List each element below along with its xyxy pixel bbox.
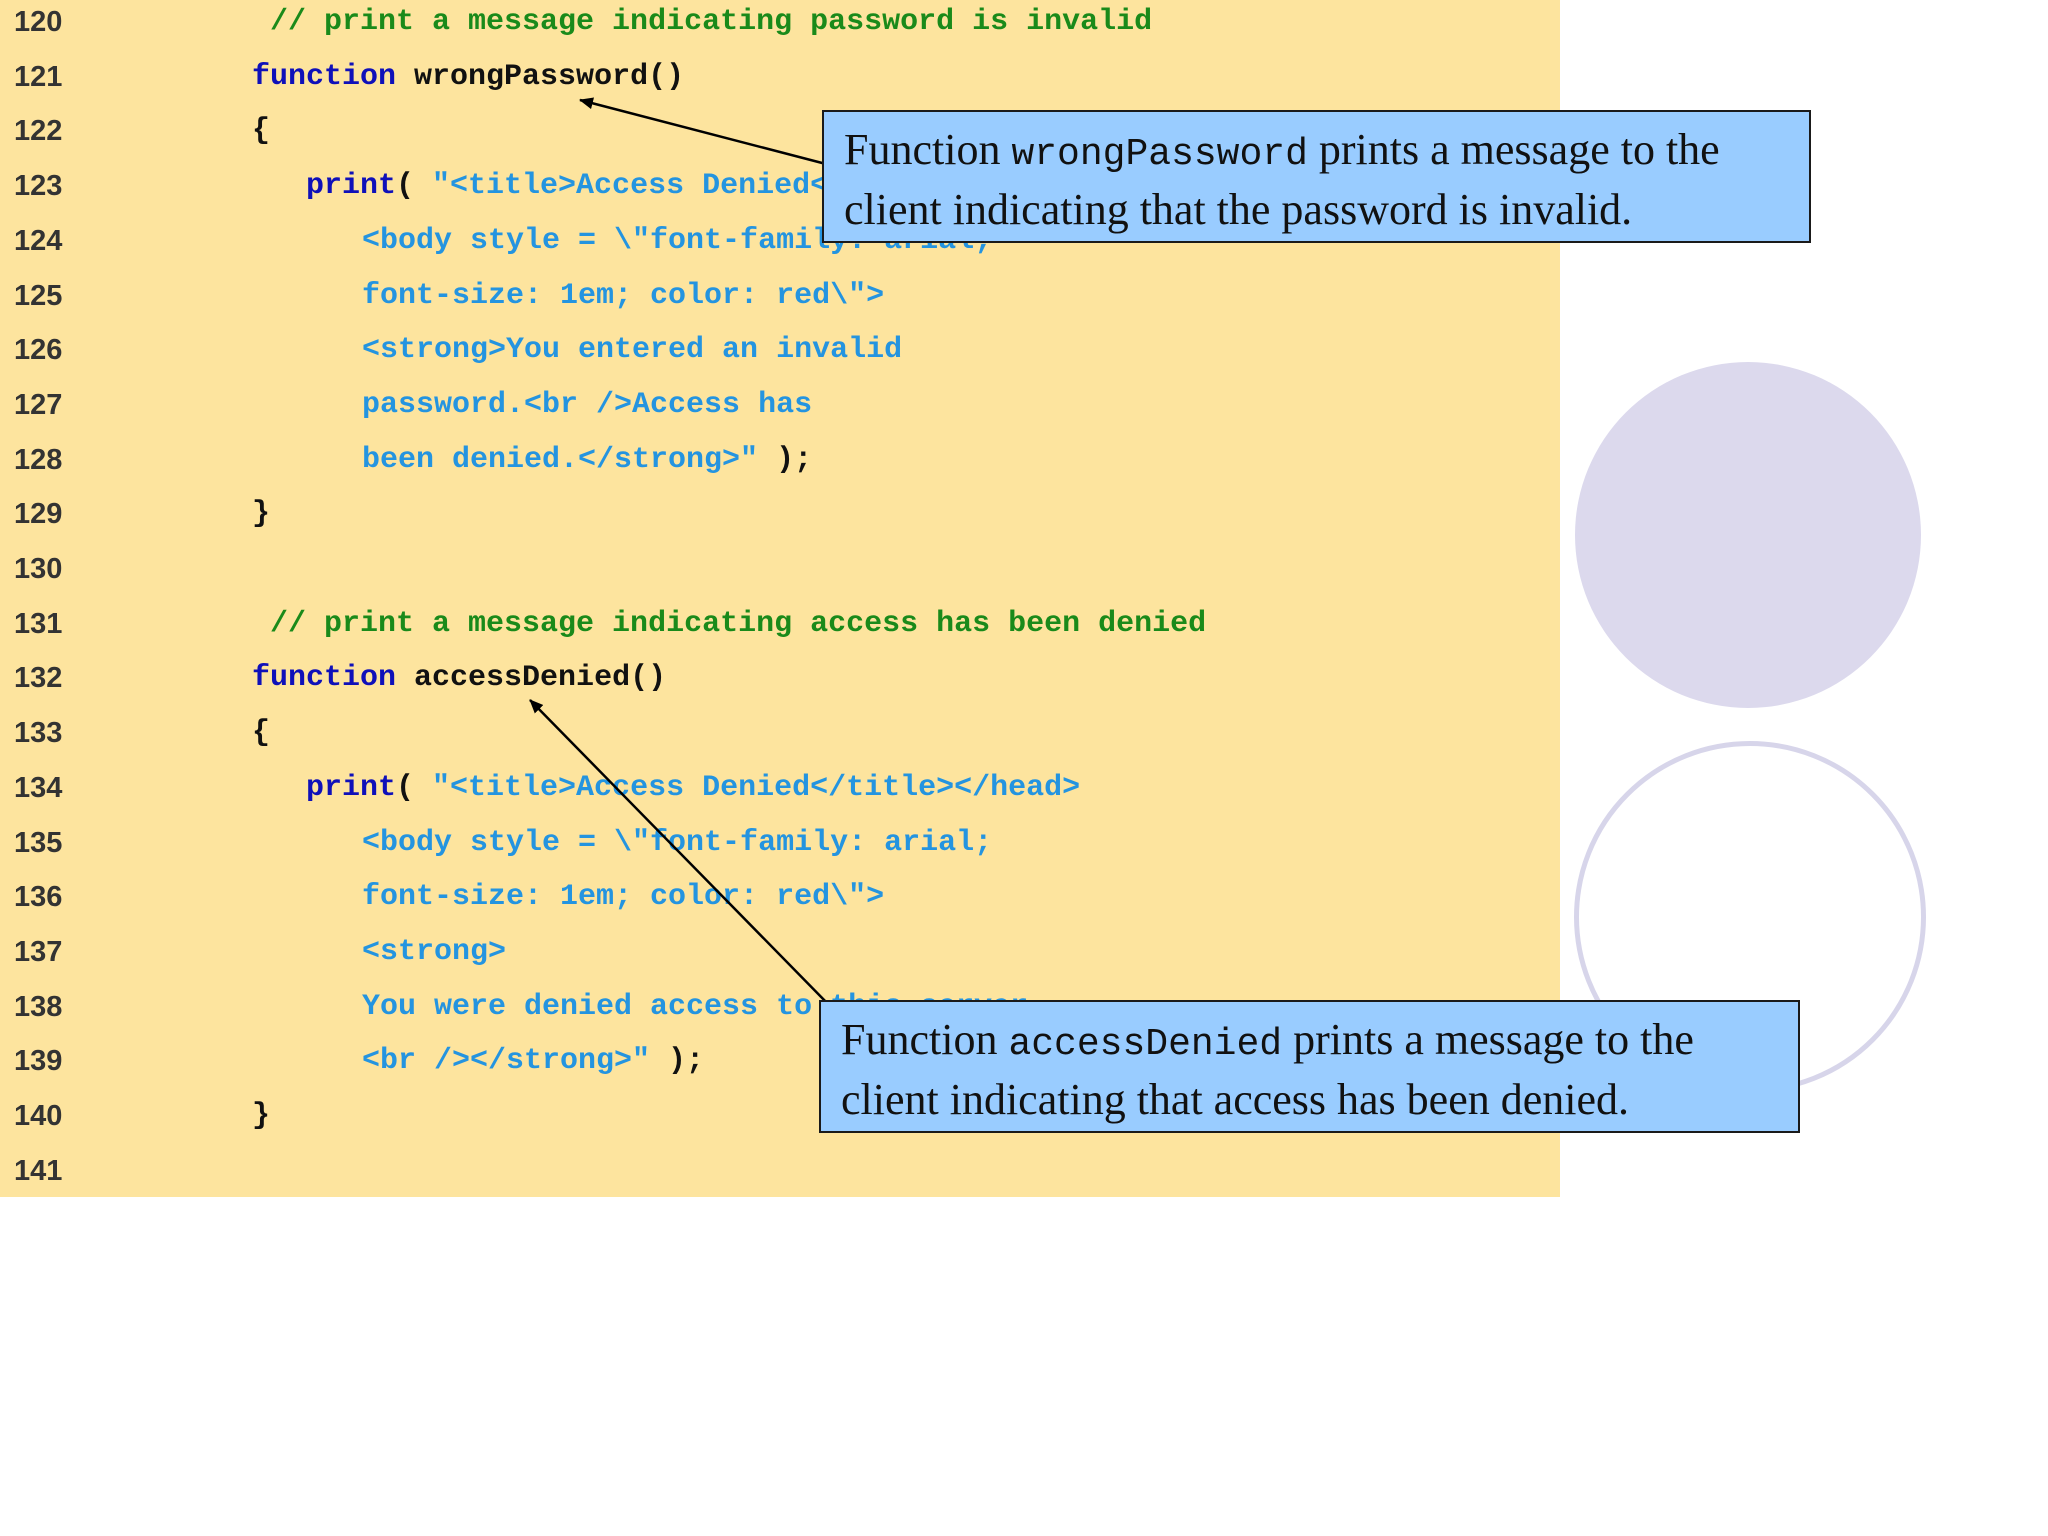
code-token-plain: ( bbox=[396, 770, 433, 805]
code-token-string: <strong>You entered an invalid bbox=[362, 333, 903, 368]
code-token-string: password.<br />Access has bbox=[362, 387, 813, 422]
code-text: font-size: 1em; color: red\"> bbox=[362, 276, 884, 316]
callout-prefix: Function bbox=[841, 1015, 1009, 1064]
code-line: 130 bbox=[0, 549, 1560, 603]
code-text: { bbox=[252, 111, 270, 151]
code-line: 134 print( "<title>Access Denied</title><… bbox=[0, 768, 1560, 822]
code-text: } bbox=[252, 494, 270, 534]
code-token-plain: ); bbox=[650, 1044, 705, 1079]
code-text: password.<br />Access has bbox=[362, 385, 812, 425]
code-token-plain: ); bbox=[758, 442, 813, 477]
code-text: // print a message indicating password i… bbox=[252, 2, 1152, 42]
code-text: been denied.</strong>" ); bbox=[362, 440, 812, 480]
code-text: <strong>You entered an invalid bbox=[362, 330, 902, 370]
code-token-keyword: function bbox=[252, 661, 397, 696]
code-line: 131 // print a message indicating access… bbox=[0, 604, 1560, 658]
code-line: 127 password.<br />Access has bbox=[0, 385, 1560, 439]
code-text: function wrongPassword() bbox=[252, 57, 684, 97]
code-line: 133 { bbox=[0, 713, 1560, 767]
code-text: <body style = \"font-family: arial; bbox=[362, 823, 992, 863]
code-token-plain: ( bbox=[396, 169, 433, 204]
code-token-plain: } bbox=[252, 497, 271, 532]
callout-code-name: accessDenied bbox=[1008, 1023, 1283, 1066]
code-token-comment: // print a message indicating password i… bbox=[252, 5, 1153, 39]
code-token-keyword: print bbox=[306, 770, 397, 805]
line-number: 139 bbox=[14, 1045, 63, 1078]
line-number: 127 bbox=[14, 388, 63, 421]
code-token-keyword: print bbox=[306, 169, 397, 204]
code-text: <br /></strong>" ); bbox=[362, 1041, 704, 1081]
code-token-string: font-size: 1em; color: red\"> bbox=[362, 880, 885, 915]
callout-code-name: wrongPassword bbox=[1011, 133, 1308, 176]
line-number: 141 bbox=[14, 1154, 63, 1187]
code-line: 120 // print a message indicating passwo… bbox=[0, 2, 1560, 56]
line-number: 128 bbox=[14, 443, 63, 476]
slide: 120 // print a message indicating passwo… bbox=[0, 0, 2048, 1536]
code-line: 141 bbox=[0, 1151, 1560, 1205]
line-number: 129 bbox=[14, 498, 63, 531]
line-number: 133 bbox=[14, 717, 63, 750]
line-number: 121 bbox=[14, 60, 63, 93]
code-text: function accessDenied() bbox=[252, 658, 666, 698]
code-line: 126 <strong>You entered an invalid bbox=[0, 330, 1560, 384]
line-number: 126 bbox=[14, 334, 63, 367]
line-number: 124 bbox=[14, 224, 63, 257]
callout-access-denied: Function accessDenied prints a message t… bbox=[819, 1000, 1800, 1133]
code-text: } bbox=[252, 1096, 270, 1136]
code-token-plain: } bbox=[252, 1099, 271, 1133]
decorative-filled-circle bbox=[1575, 362, 1921, 708]
line-number: 130 bbox=[14, 553, 63, 585]
code-token-string: <body style = \"font-family: arial; bbox=[362, 825, 993, 860]
line-number: 138 bbox=[14, 990, 63, 1023]
callout-wrong-password: Function wrongPassword prints a message … bbox=[822, 110, 1811, 243]
line-number: 123 bbox=[14, 170, 63, 203]
callout-prefix: Function bbox=[844, 125, 1012, 174]
code-text: // print a message indicating access has… bbox=[252, 604, 1206, 644]
line-number: 140 bbox=[14, 1100, 63, 1132]
line-number: 136 bbox=[14, 881, 63, 914]
code-line: 135 <body style = \"font-family: arial; bbox=[0, 823, 1560, 877]
code-token-string: <strong> bbox=[362, 934, 507, 969]
code-token-plain: { bbox=[252, 716, 271, 751]
code-token-plain: accessDenied() bbox=[396, 661, 667, 696]
code-text: font-size: 1em; color: red\"> bbox=[362, 877, 884, 917]
code-token-comment: // print a message indicating access has… bbox=[252, 606, 1207, 641]
code-token-plain: wrongPassword() bbox=[396, 59, 685, 94]
code-line: 132 function accessDenied() bbox=[0, 658, 1560, 712]
code-token-string: font-size: 1em; color: red\"> bbox=[362, 278, 885, 313]
line-number: 135 bbox=[14, 826, 63, 859]
line-number: 137 bbox=[14, 935, 63, 968]
line-number: 120 bbox=[14, 6, 63, 38]
line-number: 131 bbox=[14, 607, 63, 640]
code-token-string: "<title>Access Denied</title></head> bbox=[432, 770, 1081, 805]
line-number: 125 bbox=[14, 279, 63, 312]
code-token-keyword: function bbox=[252, 59, 397, 94]
code-line: 137 <strong> bbox=[0, 932, 1560, 986]
code-text: { bbox=[252, 713, 270, 753]
code-line: 128 been denied.</strong>" ); bbox=[0, 440, 1560, 494]
code-token-plain: { bbox=[252, 114, 271, 149]
line-number: 132 bbox=[14, 662, 63, 695]
code-line: 125 font-size: 1em; color: red\"> bbox=[0, 276, 1560, 330]
code-text: print( "<title>Access Denied</title></he… bbox=[306, 768, 1080, 808]
line-number: 122 bbox=[14, 115, 63, 148]
code-token-string: <br /></strong>" bbox=[362, 1044, 651, 1079]
code-token-string: been denied.</strong>" bbox=[362, 442, 759, 477]
code-line: 121 function wrongPassword() bbox=[0, 57, 1560, 111]
code-line: 129} bbox=[0, 494, 1560, 548]
code-text: <strong> bbox=[362, 932, 506, 972]
code-line: 136 font-size: 1em; color: red\"> bbox=[0, 877, 1560, 931]
line-number: 134 bbox=[14, 771, 63, 804]
